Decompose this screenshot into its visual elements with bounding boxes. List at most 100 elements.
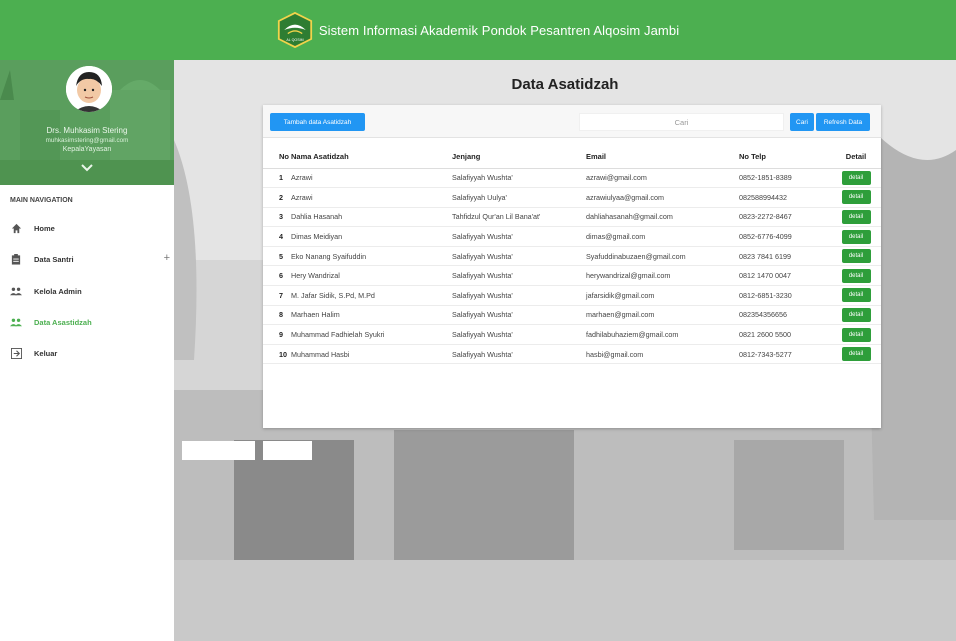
cell-email: hasbi@gmail.com <box>586 344 739 365</box>
avatar[interactable] <box>66 66 112 112</box>
pesantren-logo-icon: AL QOSIM <box>277 12 312 48</box>
cell-nama: Muhammad Hasbi <box>291 344 452 365</box>
cell-no: 5 <box>263 246 291 267</box>
table-row: 1 Azrawi Salafiyyah Wushta' azrawi@gmail.co… <box>263 168 881 189</box>
cell-detail: detail <box>831 305 881 326</box>
sidebar-item-label: Data Asastidzah <box>34 317 92 327</box>
cell-jenjang: Salafiyyah Wushta' <box>452 168 586 189</box>
cell-detail: detail <box>831 187 881 208</box>
sidebar-item-label: Home <box>34 223 55 233</box>
detail-button[interactable]: detail <box>841 249 871 264</box>
svg-text:AL QOSIM: AL QOSIM <box>286 38 303 42</box>
cell-telp: 0852-1851-8389 <box>739 168 831 189</box>
cell-nama: Dimas Meidiyan <box>291 226 452 247</box>
profile-name: Drs. Muhkasim Stering <box>46 126 128 135</box>
table-row: 9 Muhammad Fadhielah Syukri Salafiyyah Wus… <box>263 324 881 345</box>
cell-detail: detail <box>831 246 881 267</box>
search-input[interactable] <box>579 113 784 131</box>
blank-panel <box>263 441 312 460</box>
cell-telp: 0821 2600 5500 <box>739 324 831 345</box>
cell-email: herywandrizal@gmail.com <box>586 265 739 287</box>
table-row: 2 Azrawi Salafiyyah Uulya' azrawiulyaa@gmai… <box>263 187 881 208</box>
cell-no: 7 <box>263 285 291 306</box>
refresh-data-button[interactable]: Refresh Data <box>816 113 870 131</box>
cell-no: 6 <box>263 265 291 287</box>
user-profile-panel: Drs. Muhkasim Stering muhkasimstering@gm… <box>0 60 174 185</box>
cell-jenjang: Salafiyyah Wushta' <box>452 344 586 365</box>
cell-nama: Azrawi <box>291 168 452 189</box>
cell-telp: 0823-2272-8467 <box>739 207 831 228</box>
sidebar-item-label: Kelola Admin <box>34 286 82 296</box>
column-header-nama: Nama Asatidzah <box>291 146 452 169</box>
detail-button[interactable]: detail <box>841 347 871 362</box>
cell-no: 10 <box>263 344 291 365</box>
cell-jenjang: Salafiyyah Wushta' <box>452 324 586 345</box>
cell-telp: 082588994432 <box>739 187 831 208</box>
expand-plus-icon[interactable]: + <box>164 252 170 264</box>
column-header-jenjang: Jenjang <box>452 146 586 169</box>
sidebar-item-keluar[interactable]: Keluar <box>10 344 170 362</box>
profile-email: muhkasimstering@gmail.com <box>45 137 129 144</box>
cell-no: 3 <box>263 207 291 228</box>
cell-jenjang: Salafiyyah Wushta' <box>452 226 586 247</box>
cell-jenjang: Salafiyyah Wushta' <box>452 285 586 306</box>
cell-jenjang: Salafiyyah Wushta' <box>452 265 586 287</box>
cell-detail: detail <box>831 324 881 345</box>
cell-no: 4 <box>263 226 291 247</box>
cell-nama: Marhaen Halim <box>291 305 452 326</box>
cell-detail: detail <box>831 226 881 247</box>
clipboard-icon <box>10 253 22 265</box>
cell-detail: detail <box>831 168 881 189</box>
cell-jenjang: Salafiyyah Wushta' <box>452 305 586 326</box>
detail-button[interactable]: detail <box>841 307 871 322</box>
top-header-bar: AL QOSIM Sistem Informasi Akademik Pondo… <box>0 0 956 60</box>
detail-button[interactable]: detail <box>841 170 871 185</box>
main-navigation-heading: MAIN NAVIGATION <box>10 197 73 204</box>
data-table-card: Tambah data Asatidzah Cari Refresh Data … <box>263 105 881 428</box>
sidebar-item-home[interactable]: Home <box>10 219 170 237</box>
table-row: 3 Dahlia Hasanah Tahfidzul Qur'an Lil Bana… <box>263 207 881 228</box>
cell-nama: Azrawi <box>291 187 452 208</box>
cell-nama: Hery Wandrizal <box>291 265 452 287</box>
main-content: Data Asatidzah Tambah data Asatidzah Car… <box>174 60 956 641</box>
search-button[interactable]: Cari <box>790 113 814 131</box>
table-header-row: No Nama Asatidzah Jenjang Email No Telp … <box>263 146 881 169</box>
table-row: 6 Hery Wandrizal Salafiyyah Wushta' herywan… <box>263 265 881 287</box>
sidebar-item-data-asastidzah[interactable]: Data Asastidzah <box>10 313 170 331</box>
cell-telp: 0852-6776-4099 <box>739 226 831 247</box>
table-row: 7 M. Jafar Sidik, S.Pd, M.Pd Salafiyyah Wu… <box>263 285 881 306</box>
detail-button[interactable]: detail <box>841 190 871 205</box>
detail-button[interactable]: detail <box>841 229 871 244</box>
cell-email: azrawiulyaa@gmail.com <box>586 187 739 208</box>
table-row: 10 Muhammad Hasbi Salafiyyah Wushta' hasbi@… <box>263 344 881 365</box>
chevron-down-icon[interactable] <box>80 163 94 173</box>
blank-panel <box>182 441 255 460</box>
cell-nama: Dahlia Hasanah <box>291 207 452 228</box>
detail-button[interactable]: detail <box>841 288 871 303</box>
cell-no: 2 <box>263 187 291 208</box>
cell-detail: detail <box>831 344 881 365</box>
table-body: 1 Azrawi Salafiyyah Wushta' azrawi@gmail.co… <box>263 168 881 365</box>
sidebar-item-label: Data Santri <box>34 254 74 264</box>
detail-button[interactable]: detail <box>841 209 871 224</box>
logout-icon <box>10 347 22 359</box>
table-row: 5 Eko Nanang Syaifuddin Salafiyyah Wushta'… <box>263 246 881 267</box>
column-header-email: Email <box>586 146 739 169</box>
cell-telp: 0812-7343-5277 <box>739 344 831 365</box>
column-header-telp: No Telp <box>739 146 831 169</box>
cell-telp: 0823 7841 6199 <box>739 246 831 267</box>
cell-jenjang: Tahfidzul Qur'an Lil Bana'at' <box>452 207 586 228</box>
cell-detail: detail <box>831 265 881 287</box>
detail-button[interactable]: detail <box>841 327 871 342</box>
cell-no: 9 <box>263 324 291 345</box>
detail-button[interactable]: detail <box>841 268 871 283</box>
add-asatidzah-button[interactable]: Tambah data Asatidzah <box>270 113 365 131</box>
table-row: 4 Dimas Meidiyan Salafiyyah Wushta' dimas@g… <box>263 226 881 247</box>
cell-email: fadhilabuhaziem@gmail.com <box>586 324 739 345</box>
cell-jenjang: Salafiyyah Uulya' <box>452 187 586 208</box>
sidebar-item-data-santri[interactable]: Data Santri + <box>10 250 170 268</box>
cell-detail: detail <box>831 207 881 228</box>
sidebar-item-kelola-admin[interactable]: Kelola Admin <box>10 282 170 300</box>
cell-telp: 0812 1470 0047 <box>739 265 831 287</box>
page-title: Data Asatidzah <box>511 76 619 93</box>
